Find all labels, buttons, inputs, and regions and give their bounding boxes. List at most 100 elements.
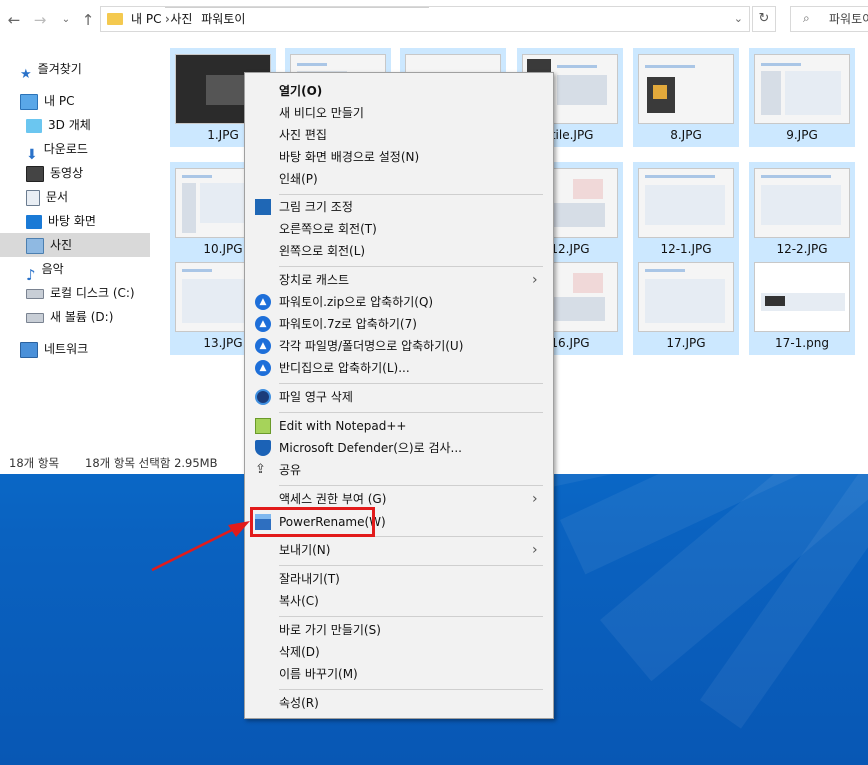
menu-item-set-wallpaper[interactable]: 바탕 화면 배경으로 설정(N) xyxy=(245,146,553,168)
shred-icon xyxy=(255,389,271,405)
sidebar-item-documents[interactable]: 문서 xyxy=(26,185,68,209)
file-tile[interactable]: 8.JPG xyxy=(633,48,739,147)
computer-icon xyxy=(20,93,38,110)
file-name: 12-1.JPG xyxy=(660,242,712,256)
context-menu: 열기(O) 새 비디오 만들기 사진 편집 바탕 화면 배경으로 설정(N) 인… xyxy=(244,72,554,719)
folder-icon xyxy=(107,13,123,25)
sidebar-item-this-pc[interactable]: 내 PC xyxy=(20,89,74,113)
defender-icon xyxy=(255,440,271,456)
download-icon: ⬇ xyxy=(26,146,38,163)
submenu-chevron-icon: › xyxy=(532,542,538,558)
menu-item-permanent-delete[interactable]: 파일 영구 삭제 xyxy=(245,386,553,408)
chevron-down-icon[interactable]: ⌄ xyxy=(734,7,743,31)
menu-item-cast-to-device[interactable]: 장치로 캐스트 › xyxy=(245,269,553,291)
item-count: 18개 항목 xyxy=(9,456,60,470)
menu-item-print[interactable]: 인쇄(P) xyxy=(245,168,553,190)
pictures-icon xyxy=(26,237,44,254)
address-bar[interactable]: › 내 PC › 사진 › 파워토이 ⌄ xyxy=(100,6,750,32)
file-tile[interactable]: 12-2.JPG xyxy=(749,162,855,261)
back-arrow-icon[interactable]: ← xyxy=(4,10,24,30)
sidebar-item-volume-d[interactable]: 새 볼륨 (D:) xyxy=(26,305,113,329)
network-icon xyxy=(20,341,38,358)
highlight-box xyxy=(250,507,375,537)
breadcrumb-item[interactable]: 사진 xyxy=(170,12,192,26)
menu-separator xyxy=(279,616,543,617)
menu-separator xyxy=(279,485,543,486)
file-tile[interactable]: 17.JPG xyxy=(633,256,739,355)
bandizip-icon: ▲ xyxy=(255,360,271,376)
selection-info: 18개 항목 선택함 2.95MB xyxy=(85,456,218,470)
recent-locations-chevron-icon[interactable]: ⌄ xyxy=(56,10,76,30)
video-icon xyxy=(26,165,44,182)
search-placeholder: 파워토이 xyxy=(829,12,868,26)
menu-item-resize-picture[interactable]: 그림 크기 조정 xyxy=(245,196,553,218)
bandizip-icon: ▲ xyxy=(255,294,271,310)
sidebar-item-pictures[interactable]: 사진 xyxy=(0,233,150,257)
image-thumbnail xyxy=(754,262,850,332)
forward-arrow-icon[interactable]: → xyxy=(30,10,50,30)
image-thumbnail xyxy=(638,54,734,124)
file-name: 9.JPG xyxy=(786,128,818,142)
image-thumbnail xyxy=(638,168,734,238)
sidebar-item-desktop[interactable]: 바탕 화면 xyxy=(26,209,96,233)
share-icon: ⇪ xyxy=(255,462,266,477)
menu-item-send-to[interactable]: 보내기(N) › xyxy=(245,539,553,561)
sidebar-item-music[interactable]: ♪ 음악 xyxy=(26,257,64,284)
refresh-icon[interactable]: ↻ xyxy=(752,6,776,32)
menu-item-rotate-right[interactable]: 오른쪽으로 회전(T) xyxy=(245,218,553,240)
sidebar-item-videos[interactable]: 동영상 xyxy=(26,161,83,185)
breadcrumb-item[interactable]: 내 PC xyxy=(131,12,161,26)
notepad-icon xyxy=(255,418,271,434)
file-name: 12-2.JPG xyxy=(776,242,828,256)
file-name: 8.JPG xyxy=(670,128,702,142)
menu-separator xyxy=(279,383,543,384)
sidebar-item-local-disk-c[interactable]: 로컬 디스크 (C:) xyxy=(26,281,135,305)
menu-item-delete[interactable]: 삭제(D) xyxy=(245,641,553,663)
cube-icon xyxy=(26,118,42,133)
menu-item-rotate-left[interactable]: 왼쪽으로 회전(L) xyxy=(245,240,553,262)
menu-item-rename[interactable]: 이름 바꾸기(M) xyxy=(245,663,553,685)
drive-icon xyxy=(26,288,44,299)
file-tile[interactable]: 9.JPG xyxy=(749,48,855,147)
menu-item-open[interactable]: 열기(O) xyxy=(245,80,553,102)
menu-separator xyxy=(279,412,543,413)
menu-separator xyxy=(279,689,543,690)
sidebar-item-quick-access[interactable]: ★ 즐겨찾기 xyxy=(20,57,82,82)
menu-item-properties[interactable]: 속성(R) xyxy=(245,692,553,714)
image-thumbnail xyxy=(638,262,734,332)
file-tile[interactable]: 12-1.JPG xyxy=(633,162,739,261)
menu-item-new-video[interactable]: 새 비디오 만들기 xyxy=(245,102,553,124)
menu-item-compress-bandizip[interactable]: ▲ 반디집으로 압축하기(L)... xyxy=(245,357,553,379)
resize-icon xyxy=(255,199,271,215)
breadcrumb-item[interactable]: 파워토이 xyxy=(201,12,245,26)
breadcrumb: › 내 PC › 사진 › 파워토이 xyxy=(131,7,429,31)
sidebar-item-3d-objects[interactable]: 3D 개체 xyxy=(26,113,91,137)
bandizip-icon: ▲ xyxy=(255,338,271,354)
document-icon xyxy=(26,189,40,206)
menu-item-defender-scan[interactable]: Microsoft Defender(으)로 검사... xyxy=(245,437,553,459)
menu-item-cut[interactable]: 잘라내기(T) xyxy=(245,568,553,590)
drive-icon xyxy=(26,312,44,323)
sidebar-item-downloads[interactable]: ⬇ 다운로드 xyxy=(26,137,88,163)
menu-item-create-shortcut[interactable]: 바로 가기 만들기(S) xyxy=(245,619,553,641)
menu-item-zip-compress[interactable]: ▲ 파워토이.zip으로 압축하기(Q) xyxy=(245,291,553,313)
up-arrow-icon[interactable]: ↑ xyxy=(78,10,98,30)
navigation-bar: ← → ⌄ ↑ › 내 PC › 사진 › 파워토이 ⌄ ↻ ⌕ 파워토이 xyxy=(0,0,868,40)
search-box[interactable]: ⌕ 파워토이 xyxy=(790,6,868,32)
desktop-icon xyxy=(26,214,42,229)
sidebar-item-network[interactable]: 네트워크 xyxy=(20,337,88,361)
menu-item-notepad-plus[interactable]: Edit with Notepad++ xyxy=(245,415,553,437)
submenu-chevron-icon: › xyxy=(532,491,538,507)
file-tile[interactable]: 17-1.png xyxy=(749,256,855,355)
star-icon: ★ xyxy=(20,66,32,82)
file-name: 17-1.png xyxy=(775,336,829,350)
menu-separator xyxy=(279,565,543,566)
menu-item-compress-each[interactable]: ▲ 각각 파일명/폴더명으로 압축하기(U) xyxy=(245,335,553,357)
bandizip-icon: ▲ xyxy=(255,316,271,332)
menu-item-copy[interactable]: 복사(C) xyxy=(245,590,553,612)
menu-separator xyxy=(279,266,543,267)
menu-item-share[interactable]: ⇪ 공유 xyxy=(245,459,553,481)
menu-item-edit-photo[interactable]: 사진 편집 xyxy=(245,124,553,146)
file-name: 17.JPG xyxy=(666,336,706,350)
menu-item-7z-compress[interactable]: ▲ 파워토이.7z로 압축하기(7) xyxy=(245,313,553,335)
